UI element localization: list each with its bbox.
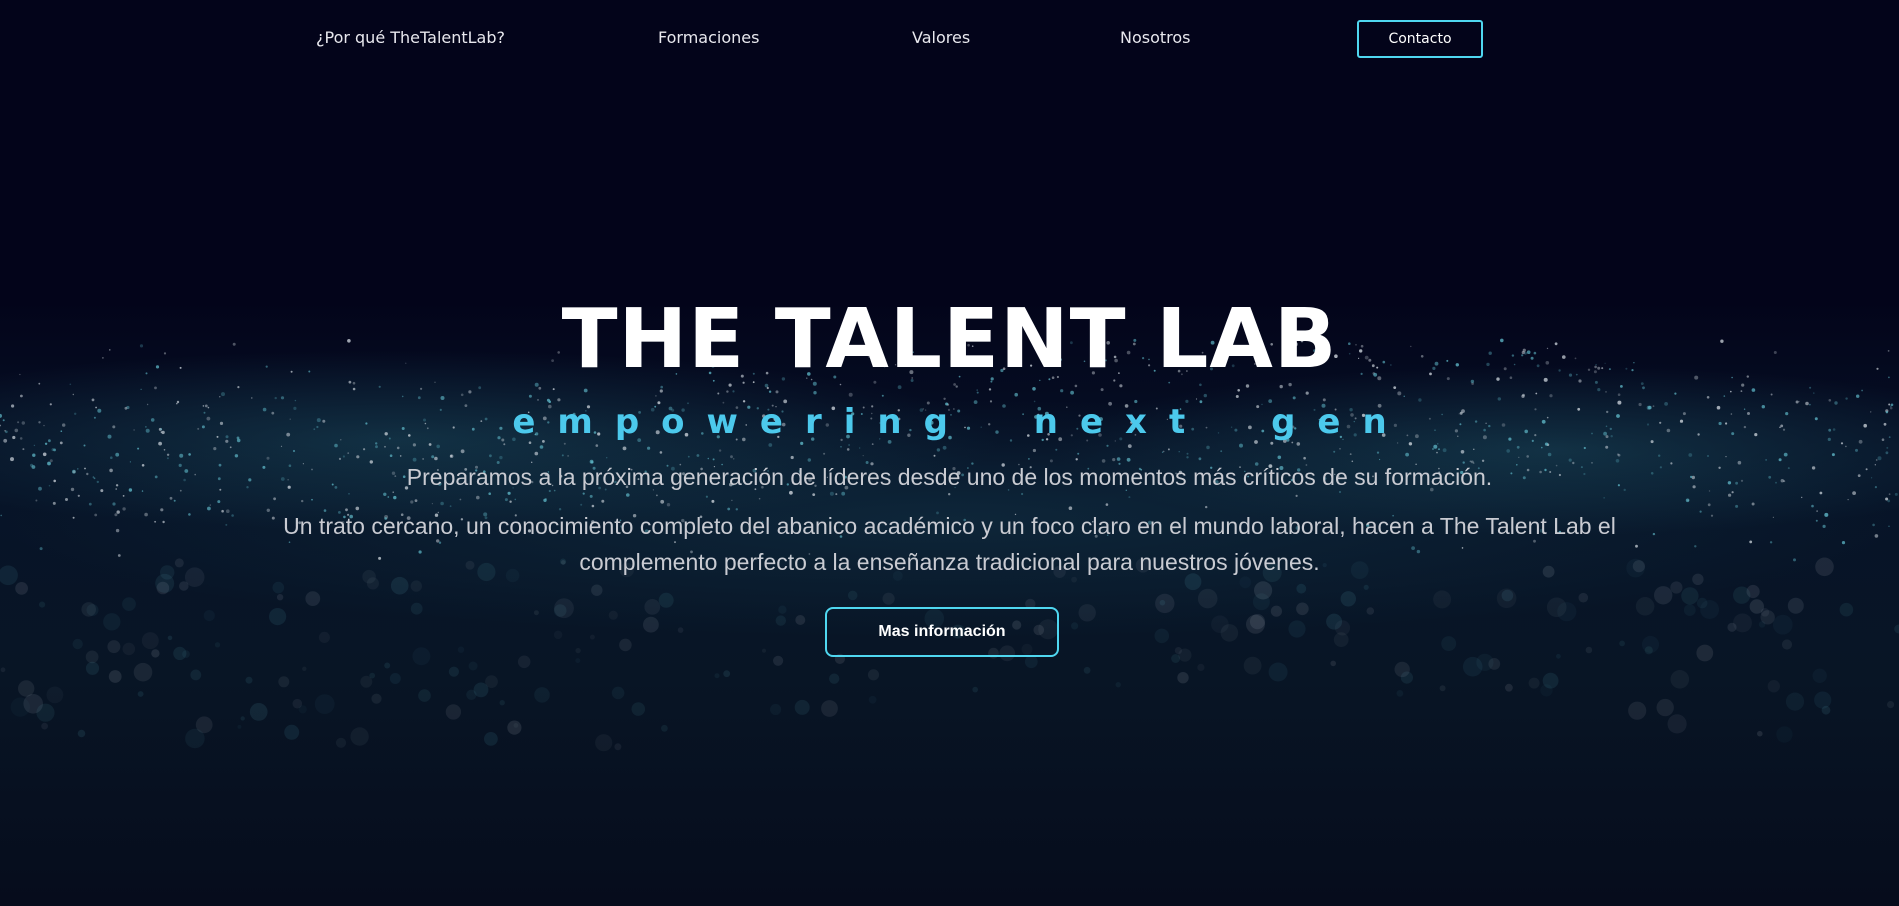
particle-wave-background: [0, 0, 1899, 906]
hero-title: THE TALENT LAB: [561, 292, 1338, 387]
hero-tagline: empowering next gen: [512, 402, 1409, 442]
nav-item-formaciones[interactable]: Formaciones: [658, 28, 759, 47]
top-navigation: ¿Por qué TheTalentLab? Formaciones Valor…: [0, 0, 1899, 80]
nav-item-valores[interactable]: Valores: [912, 28, 970, 47]
hero-description-paragraph: Un trato cercano, un conocimiento comple…: [283, 513, 1616, 575]
nav-item-nosotros[interactable]: Nosotros: [1120, 28, 1191, 47]
nav-item-por-que[interactable]: ¿Por qué TheTalentLab?: [316, 28, 505, 47]
contact-button[interactable]: Contacto: [1357, 20, 1483, 58]
more-info-button[interactable]: Mas información: [825, 607, 1059, 657]
hero-intro-paragraph: Preparamos a la próxima generación de lí…: [406, 464, 1493, 490]
